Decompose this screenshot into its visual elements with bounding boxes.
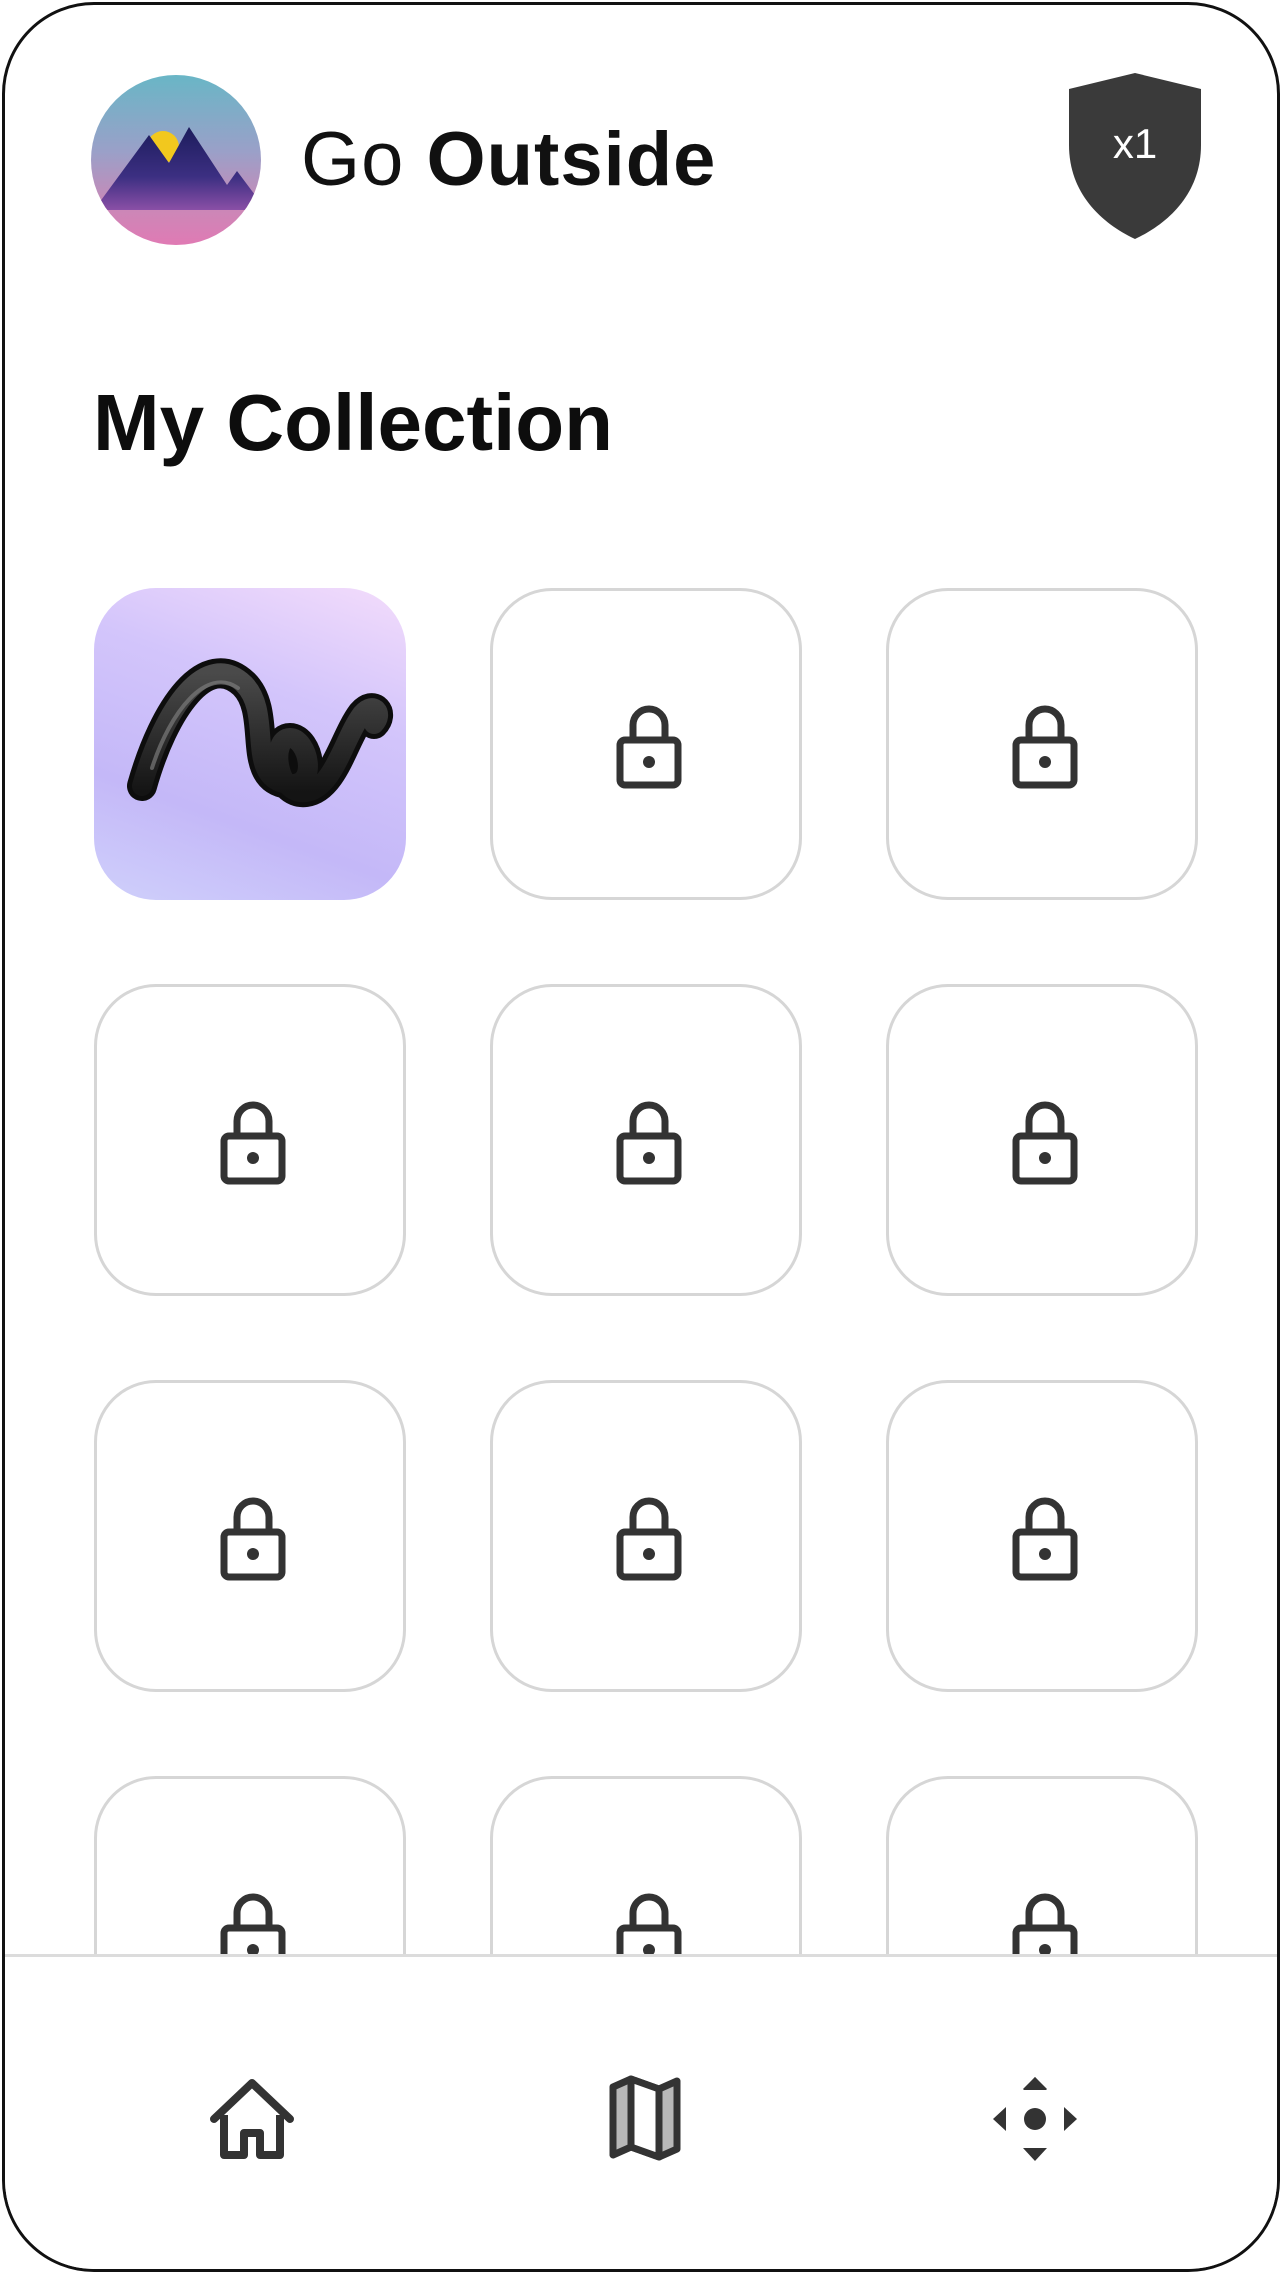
lock-icon	[1012, 705, 1078, 789]
lock-icon	[616, 1893, 682, 1955]
mountain-logo-icon	[91, 75, 261, 245]
collection-item-unlocked[interactable]	[94, 588, 406, 900]
lock-icon	[1012, 1101, 1078, 1185]
lock-icon	[220, 1497, 286, 1581]
collection-item-locked[interactable]	[94, 984, 406, 1296]
phone-frame: Go Outside x1 My Collection	[2, 2, 1280, 2272]
squiggle-artwork-icon	[127, 658, 393, 807]
lock-icon	[220, 1101, 286, 1185]
collection-item-locked[interactable]	[886, 984, 1198, 1296]
multiplier-badge[interactable]: x1	[1065, 73, 1205, 241]
collection-item-locked[interactable]	[94, 1776, 406, 1955]
nav-navigate-button[interactable]	[975, 2059, 1095, 2179]
lock-icon	[616, 1497, 682, 1581]
navigate-icon	[993, 2077, 1077, 2161]
collection-item-locked[interactable]	[490, 1380, 802, 1692]
collection-item-locked[interactable]	[886, 588, 1198, 900]
collection-item-locked[interactable]	[490, 588, 802, 900]
lock-icon	[616, 1101, 682, 1185]
lock-icon	[220, 1893, 286, 1955]
collection-item-locked[interactable]	[490, 1776, 802, 1955]
home-icon	[210, 2079, 294, 2159]
map-icon	[609, 2075, 681, 2161]
collection-item-locked[interactable]	[490, 984, 802, 1296]
app-header: Go Outside x1	[5, 5, 1277, 325]
lock-icon	[616, 705, 682, 789]
collection-item-locked[interactable]	[886, 1776, 1198, 1955]
collection-item-locked[interactable]	[94, 1380, 406, 1692]
nav-map-button[interactable]	[585, 2059, 705, 2179]
app-title-bold: Outside	[426, 117, 717, 202]
bottom-nav	[5, 1954, 1277, 2269]
badge-label: x1	[1112, 120, 1158, 167]
lock-icon	[1012, 1497, 1078, 1581]
lock-icon	[1012, 1893, 1078, 1955]
section-title: My Collection	[93, 378, 614, 467]
collection-item-locked[interactable]	[886, 1380, 1198, 1692]
collection-grid	[5, 565, 1277, 1955]
app-title: Go Outside	[301, 115, 716, 205]
app-title-light: Go	[301, 117, 405, 202]
nav-home-button[interactable]	[192, 2059, 312, 2179]
